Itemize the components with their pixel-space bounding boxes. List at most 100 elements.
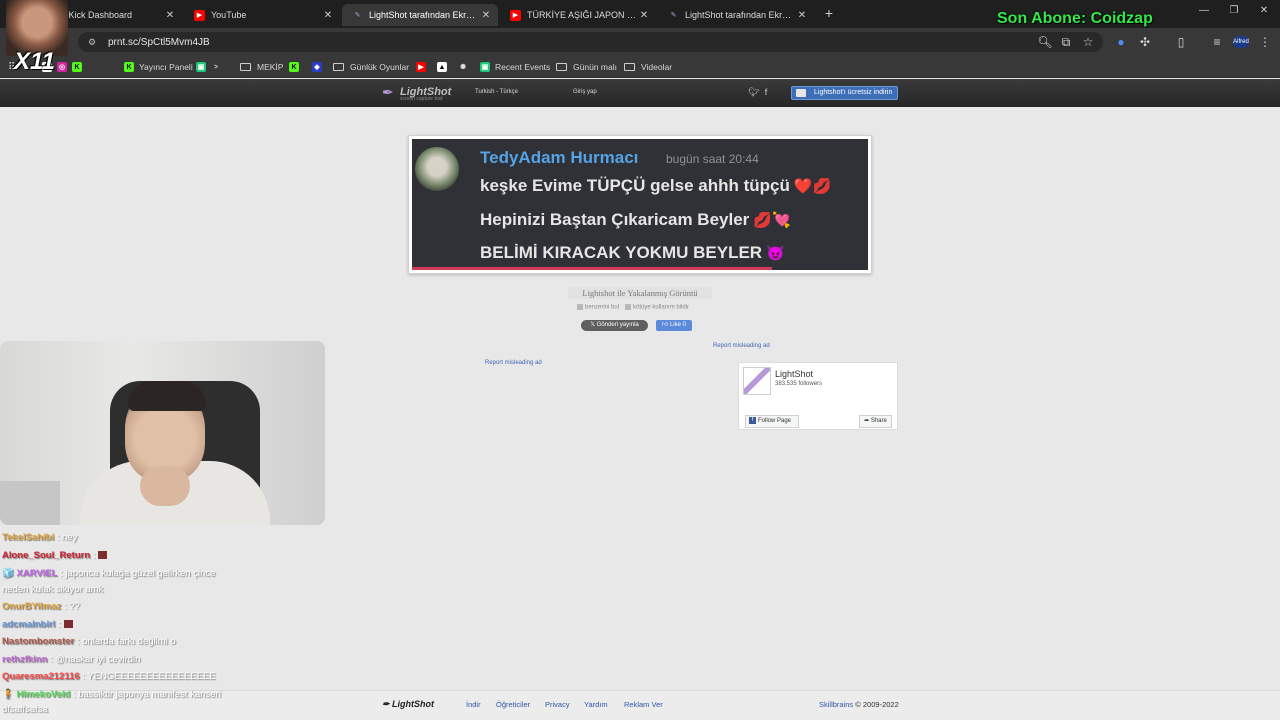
extensions-puzzle-icon[interactable]: ✣ — [1137, 34, 1153, 50]
login-link[interactable]: Giriş yap — [573, 89, 597, 95]
chat-text: : bassiktir japonya manifest kanseri — [72, 689, 221, 700]
latest-subscriber: Son Abone: Coidzap — [997, 10, 1153, 27]
footer-link-help[interactable]: Yardım — [584, 700, 608, 709]
bookmark-mekip[interactable]: MEKİP — [240, 60, 283, 74]
streamer-hand — [140, 466, 190, 506]
skillbrains-link[interactable]: Skillbrains — [819, 700, 853, 709]
screenshot-image[interactable]: TedyAdam Hurmacı bugün saat 20:44 keşke … — [412, 139, 868, 270]
reading-list-icon[interactable]: ≡ — [1209, 34, 1225, 50]
thumbs-up-icon: 👍︎ — [662, 322, 670, 328]
bookmark-star-icon[interactable]: ☆ — [1080, 34, 1096, 50]
emoji: 💋💘 — [753, 212, 791, 229]
chat-timestamp: bugün saat 20:44 — [666, 152, 759, 166]
folder-icon — [556, 63, 567, 71]
extension-icon[interactable]: ● — [1113, 34, 1129, 50]
image-icon[interactable]: ▲ — [437, 62, 447, 72]
tab-youtube[interactable]: ▶ YouTube ✕ — [184, 4, 340, 26]
instagram-icon[interactable]: ◎ — [57, 62, 67, 72]
chat-text: : — [92, 550, 96, 561]
close-icon[interactable]: ✕ — [164, 10, 176, 21]
chat-message: Nastombomster : onlarda farkı değilmi o — [2, 636, 176, 647]
lightshot-logo[interactable]: ✒ LightShot screen capture tool — [382, 84, 451, 102]
menu-kebab-icon[interactable]: ⋮ — [1257, 34, 1273, 50]
close-icon[interactable]: ✕ — [638, 10, 650, 21]
site-info-icon[interactable]: ⚙ — [88, 37, 98, 47]
close-icon[interactable]: ✕ — [796, 10, 808, 21]
youtube-icon[interactable]: ▶ — [416, 62, 426, 72]
bookmark-gunluk-oyunlar[interactable]: Günlük Oyunlar — [333, 60, 409, 74]
chat-username: TedyAdam Hurmacı — [480, 148, 639, 167]
tweet-label: Gönderi yayınla — [596, 322, 639, 328]
close-window-button[interactable]: ✕ — [1257, 5, 1271, 16]
download-label: Lightshot'ı ücretsiz indirin — [814, 89, 893, 96]
side-panel-icon[interactable]: ▯ — [1173, 34, 1189, 50]
openai-icon[interactable]: ✺ — [458, 62, 468, 72]
chat-user: adcmalnbirl — [2, 619, 56, 630]
blue-app-icon[interactable]: ◆ — [312, 62, 322, 72]
chat-text: : ?? — [63, 601, 80, 612]
report-ad-link[interactable]: Report misleading ad — [713, 343, 770, 349]
bookmark-icons-group-3: ▶ ▲ ✺ — [416, 60, 473, 74]
kick-icon[interactable]: K — [289, 62, 299, 72]
lightshot-header — [0, 79, 1280, 107]
kick-icon[interactable]: K — [72, 62, 82, 72]
facebook-icon[interactable]: f — [761, 87, 771, 97]
tab-label: LightShot tarafından Ekran Gör — [369, 10, 480, 20]
chat-user: OnurBYilmaz — [2, 601, 62, 612]
flag-icon — [625, 304, 632, 310]
language-selector[interactable]: Turkish - Türkçe — [475, 89, 518, 95]
bookmark-label: Günlük Oyunlar — [350, 62, 410, 72]
close-icon[interactable]: ✕ — [322, 10, 334, 21]
share-button[interactable]: ➦ Share — [859, 415, 892, 428]
minimize-button[interactable]: — — [1197, 5, 1211, 16]
like-button[interactable]: 👍︎ Like 0 — [656, 320, 692, 331]
badge-icon: 🧊 — [2, 568, 14, 579]
streamlabs-icon: ▣ — [480, 62, 490, 72]
chat-message: TekelSahibi : ney — [2, 532, 77, 543]
maximize-button[interactable]: ❐ — [1227, 5, 1241, 16]
tab-lightshot-active[interactable]: ✎ LightShot tarafından Ekran Gör ✕ — [342, 4, 498, 26]
report-ad-link[interactable]: Report misleading ad — [485, 360, 542, 366]
follow-page-button[interactable]: f Follow Page — [745, 415, 799, 428]
footer-link-advertise[interactable]: Reklam Ver — [624, 700, 663, 709]
folder-icon — [333, 63, 344, 71]
find-similar-link[interactable]: benzerini bul — [577, 304, 619, 311]
address-bar[interactable]: ⚙ prnt.sc/SpCtl5Mvm4JB — [78, 32, 1103, 52]
page-avatar[interactable] — [743, 367, 771, 395]
chat-message-cont: dfsaffsafsa — [2, 704, 48, 715]
chat-message: Quaresma212116 : YENGEEEEEEEEEEEEEEEE — [2, 671, 216, 682]
chat-message: OnurBYilmaz : ?? — [2, 601, 80, 612]
footer-link-privacy[interactable]: Privacy — [545, 700, 570, 709]
tab-label: TÜRKİYE AŞIĞI JAPON KADINL/ — [527, 10, 638, 20]
zoom-icon[interactable]: 🔍︎ — [1037, 34, 1053, 50]
report-abuse-link[interactable]: kötüye kullanım bildir — [625, 304, 689, 311]
bookmark-recent-events[interactable]: ▣ Recent Events — [480, 60, 550, 74]
install-app-icon[interactable]: ⧉ — [1058, 34, 1074, 50]
app-icon[interactable]: ▣ — [196, 62, 206, 72]
page-name[interactable]: LightShot — [775, 369, 813, 379]
profile-avatar[interactable]: Alfred — [1233, 36, 1249, 48]
tab-lightshot[interactable]: ✎ LightShot tarafından Ekran Gör ✕ — [658, 4, 814, 26]
footer-link-download[interactable]: İndir — [466, 700, 481, 709]
download-button[interactable]: Lightshot'ı ücretsiz indirin — [791, 86, 898, 100]
facebook-page-widget: LightShot 383,535 followers f Follow Page… — [738, 362, 898, 430]
footer-link-tutorials[interactable]: Öğreticiler — [496, 700, 530, 709]
chat-user: XARVIEL — [16, 568, 58, 579]
twitter-icon[interactable]: 🐦︎ — [748, 87, 759, 98]
terminal-icon[interactable]: > — [211, 62, 221, 72]
bookmark-videolar[interactable]: Videolar — [624, 60, 672, 74]
kick-icon: K — [124, 62, 134, 72]
tab-label: YouTube — [211, 10, 247, 20]
bookmark-gunun-mali[interactable]: Günün malı — [556, 60, 617, 74]
footer-logo[interactable]: ✒ LightShot — [382, 699, 434, 710]
chat-message: adcmalnbirl : — [2, 619, 73, 630]
address-url[interactable]: prnt.sc/SpCtl5Mvm4JB — [108, 37, 210, 48]
chat-message-cont: neden kulak sikiyor amk — [2, 584, 103, 595]
close-icon[interactable]: ✕ — [480, 10, 492, 21]
copyright: Skillbrains © 2009-2022 — [819, 700, 899, 709]
new-tab-button[interactable]: + — [822, 5, 836, 21]
chat-text: : japonca kulağa güzel gelirken çince — [60, 568, 216, 579]
tab-youtube-video[interactable]: ▶ TÜRKİYE AŞIĞI JAPON KADINL/ ✕ — [500, 4, 656, 26]
tweet-button[interactable]: 𝕏 Gönderi yayınla — [581, 320, 648, 331]
bookmark-yayinci-paneli[interactable]: K Yayıncı Paneli — [124, 60, 193, 74]
